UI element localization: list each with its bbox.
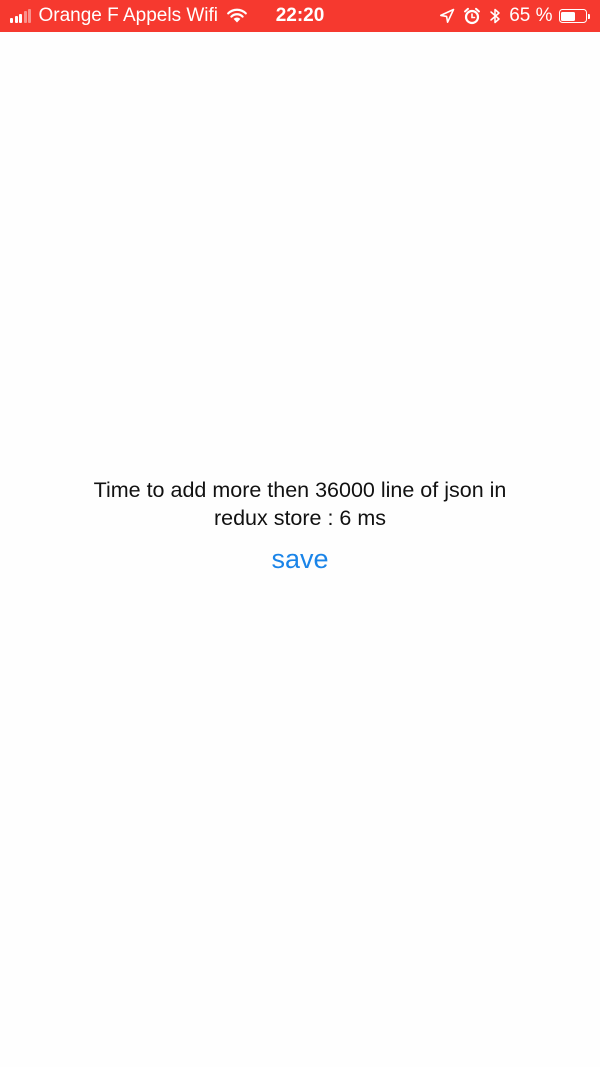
- status-icons: 65 %: [431, 5, 590, 27]
- signal-strength-icon: [10, 9, 33, 23]
- location-arrow-icon: [440, 8, 455, 23]
- clock-time: 22:20: [275, 5, 325, 26]
- carrier-name: Orange F Appels Wifi: [38, 5, 219, 26]
- battery-cap: [588, 13, 590, 19]
- battery-percentage: 65 %: [509, 5, 553, 26]
- timing-message: Time to add more then 36000 line of json…: [93, 478, 507, 530]
- signal-bar: [23, 11, 27, 23]
- bluetooth-icon: [490, 8, 500, 24]
- save-button[interactable]: save: [271, 544, 328, 575]
- signal-bar: [10, 18, 13, 23]
- alarm-clock-icon: [464, 7, 481, 25]
- battery-icon: [558, 9, 587, 23]
- signal-bar: [14, 15, 18, 23]
- signal-bar: [28, 9, 31, 23]
- signal-bar: [19, 13, 22, 23]
- status-bar: Orange F Appels Wifi 22:20 65 %: [0, 0, 600, 32]
- carrier-group: Orange F Appels Wifi: [10, 5, 248, 27]
- battery-level-fill: [561, 11, 576, 21]
- wifi-icon: [227, 8, 247, 23]
- main-content: Time to add more then 36000 line of json…: [0, 476, 600, 575]
